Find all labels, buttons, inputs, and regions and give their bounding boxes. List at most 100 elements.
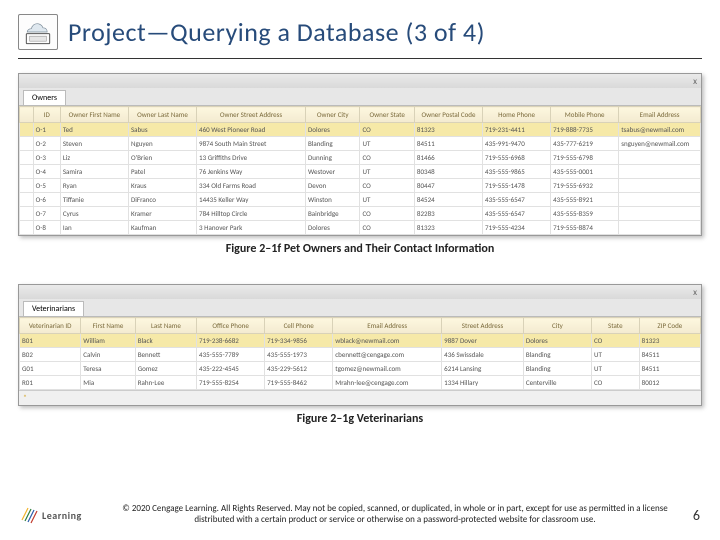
table-cell[interactable]: CO [360, 207, 414, 221]
col-street[interactable]: Street Address [442, 318, 524, 334]
close-icon[interactable]: x [693, 287, 697, 298]
table-cell[interactable]: Kraus [128, 179, 196, 193]
table-cell[interactable]: O-1 [33, 123, 60, 137]
table-cell[interactable]: UT [360, 165, 414, 179]
table-cell[interactable]: 84524 [414, 193, 482, 207]
table-cell[interactable]: 719-231-4411 [483, 123, 551, 137]
table-cell[interactable]: 784 Hilltop Circle [197, 207, 306, 221]
table-row[interactable]: O-3LizO'Brien13 Griffiths DriveDunningCO… [20, 151, 701, 165]
table-cell[interactable]: 435-229-5612 [265, 362, 333, 376]
table-cell[interactable]: 719-555-4234 [483, 221, 551, 235]
record-nav[interactable]: * [19, 390, 701, 405]
table-cell[interactable]: Mia [81, 376, 135, 390]
table-cell[interactable] [20, 179, 34, 193]
table-cell[interactable]: O-7 [33, 207, 60, 221]
col-cell-phone[interactable]: Cell Phone [265, 318, 333, 334]
table-cell[interactable]: Kramer [128, 207, 196, 221]
table-cell[interactable]: 81323 [414, 123, 482, 137]
tab-vets[interactable]: Veterinarians [23, 301, 84, 316]
table-cell[interactable]: Nguyen [128, 137, 196, 151]
col-postal[interactable]: Owner Postal Code [414, 107, 482, 123]
table-cell[interactable]: 1334 Hillary [442, 376, 524, 390]
table-cell[interactable]: 80012 [639, 376, 700, 390]
table-cell[interactable]: snguyen@newmail.com [619, 137, 701, 151]
table-cell[interactable]: Dolores [305, 221, 359, 235]
table-cell[interactable]: 80348 [414, 165, 482, 179]
table-cell[interactable]: 719-555-1478 [483, 179, 551, 193]
table-cell[interactable]: 435-777-6219 [551, 137, 619, 151]
table-cell[interactable]: 84511 [639, 362, 700, 376]
col-home-phone[interactable]: Home Phone [483, 107, 551, 123]
table-cell[interactable] [619, 207, 701, 221]
table-cell[interactable]: 84511 [639, 348, 700, 362]
table-cell[interactable]: O-8 [33, 221, 60, 235]
table-cell[interactable]: Ryan [60, 179, 128, 193]
table-cell[interactable] [20, 207, 34, 221]
table-cell[interactable]: Steven [60, 137, 128, 151]
col-email[interactable]: Email Address [333, 318, 442, 334]
table-row[interactable]: O-7CyrusKramer784 Hilltop CircleBainbrid… [20, 207, 701, 221]
col-last-name[interactable]: Last Name [135, 318, 196, 334]
col-zip[interactable]: ZIP Code [639, 318, 700, 334]
col-id[interactable]: ID [33, 107, 60, 123]
table-cell[interactable]: Liz [60, 151, 128, 165]
table-cell[interactable]: 14435 Keller Way [197, 193, 306, 207]
table-cell[interactable]: R01 [20, 376, 81, 390]
table-row[interactable]: O-1TedSabus460 West Pioneer RoadDoloresC… [20, 123, 701, 137]
col-street[interactable]: Owner Street Address [197, 107, 306, 123]
col-state[interactable]: Owner State [360, 107, 414, 123]
table-cell[interactable]: O-5 [33, 179, 60, 193]
table-cell[interactable]: 13 Griffiths Drive [197, 151, 306, 165]
col-vet-id[interactable]: Veterinarian ID [20, 318, 81, 334]
table-cell[interactable] [619, 179, 701, 193]
table-cell[interactable]: Kaufman [128, 221, 196, 235]
table-cell[interactable]: B02 [20, 348, 81, 362]
table-cell[interactable]: William [81, 334, 135, 348]
table-cell[interactable] [619, 193, 701, 207]
table-cell[interactable]: UT [591, 362, 639, 376]
table-cell[interactable]: 81323 [639, 334, 700, 348]
col-last-name[interactable]: Owner Last Name [128, 107, 196, 123]
table-cell[interactable]: wblack@newmail.com [333, 334, 442, 348]
table-row[interactable]: O-8IanKaufman3 Hanover ParkDoloresCO8132… [20, 221, 701, 235]
table-cell[interactable]: Rahn-Lee [135, 376, 196, 390]
col-city[interactable]: Owner City [305, 107, 359, 123]
table-cell[interactable] [619, 151, 701, 165]
table-cell[interactable] [20, 151, 34, 165]
table-cell[interactable]: 435-991-9470 [483, 137, 551, 151]
table-cell[interactable]: O-3 [33, 151, 60, 165]
table-cell[interactable]: CO [360, 221, 414, 235]
table-row[interactable]: O-2StevenNguyen9874 South Main StreetBla… [20, 137, 701, 151]
table-cell[interactable]: 334 Old Farms Road [197, 179, 306, 193]
table-cell[interactable]: 435-555-8921 [551, 193, 619, 207]
table-cell[interactable]: UT [591, 348, 639, 362]
col-first-name[interactable]: First Name [81, 318, 135, 334]
table-cell[interactable]: Dolores [523, 334, 591, 348]
table-cell[interactable]: 460 West Pioneer Road [197, 123, 306, 137]
close-icon[interactable]: x [693, 76, 697, 87]
col-office-phone[interactable]: Office Phone [197, 318, 265, 334]
table-cell[interactable]: Devon [305, 179, 359, 193]
table-cell[interactable]: Blanding [523, 348, 591, 362]
table-row[interactable]: O-4SamiraPatel76 Jenkins WayWestoverUT80… [20, 165, 701, 179]
table-cell[interactable]: Dunning [305, 151, 359, 165]
tab-owners[interactable]: Owners [23, 90, 66, 105]
table-cell[interactable]: 435-555-8359 [551, 207, 619, 221]
table-cell[interactable]: Westover [305, 165, 359, 179]
table-cell[interactable]: 719-555-8874 [551, 221, 619, 235]
table-cell[interactable]: O-4 [33, 165, 60, 179]
table-cell[interactable]: Ted [60, 123, 128, 137]
table-cell[interactable]: Gomez [135, 362, 196, 376]
table-cell[interactable]: CO [591, 334, 639, 348]
table-cell[interactable] [619, 221, 701, 235]
table-cell[interactable]: 435-555-0001 [551, 165, 619, 179]
table-cell[interactable]: 719-555-8254 [197, 376, 265, 390]
table-cell[interactable]: O-2 [33, 137, 60, 151]
table-cell[interactable]: 719-555-6798 [551, 151, 619, 165]
table-cell[interactable]: UT [360, 137, 414, 151]
table-cell[interactable]: Samira [60, 165, 128, 179]
table-row[interactable]: B01WilliamBlack719-238-6682719-334-9856w… [20, 334, 701, 348]
table-cell[interactable]: Mrahn-lee@cengage.com [333, 376, 442, 390]
table-cell[interactable]: CO [360, 179, 414, 193]
table-cell[interactable]: 9887 Dover [442, 334, 524, 348]
